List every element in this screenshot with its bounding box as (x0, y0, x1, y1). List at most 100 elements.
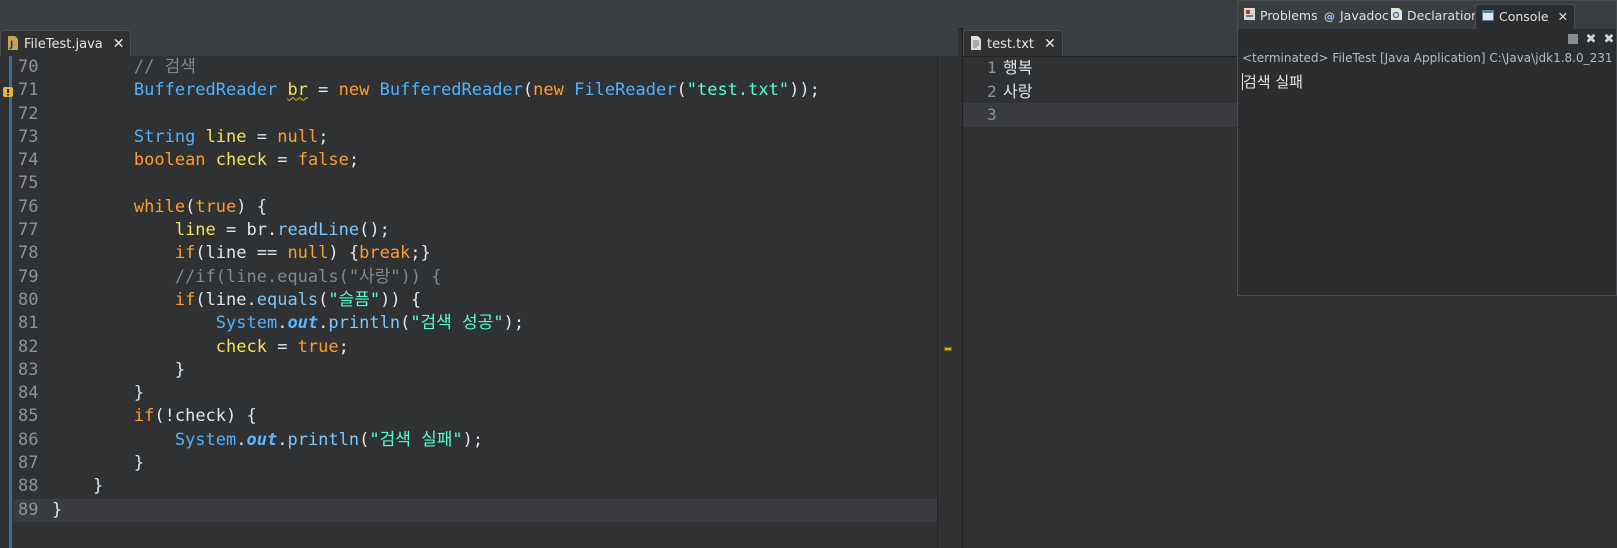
code-token: boolean (133, 150, 206, 171)
text-line[interactable]: 2 사랑 (963, 80, 1238, 104)
java-file-icon: J (7, 34, 19, 50)
code-line[interactable]: 71 BufferedReader br = new BufferedReade… (14, 79, 938, 102)
close-tab-icon[interactable]: ✕ (1044, 36, 1056, 52)
line-number: 3 (987, 105, 997, 124)
code-line[interactable]: 79 //if(line.equals("사랑")) { (14, 266, 938, 289)
code-line[interactable]: 76 while(true) { (14, 196, 938, 219)
code-text[interactable]: } (52, 475, 103, 498)
tab-filetest-java[interactable]: J FileTest.java ✕ (0, 30, 132, 56)
line-number: 88 (18, 476, 39, 497)
code-line[interactable]: 81 System.out.println("검색 성공"); (14, 312, 938, 335)
code-token: . (277, 429, 288, 450)
remove-all-icon[interactable]: ✖ (1602, 33, 1616, 47)
code-line[interactable]: 80 if(line.equals("슬픔")) { (14, 289, 938, 312)
tab-test-txt[interactable]: test.txt ✕ (963, 30, 1063, 56)
code-text[interactable]: } (52, 499, 62, 522)
warning-lightbulb-icon[interactable] (2, 86, 14, 98)
line-number: 83 (18, 359, 39, 380)
code-token: ; (338, 336, 349, 357)
code-line[interactable]: 73 String line = null; (14, 126, 938, 149)
line-number: 87 (18, 453, 39, 474)
console-output[interactable]: 검색 실패 (1243, 71, 1303, 92)
text-file-icon (970, 34, 982, 50)
line-number: 81 (18, 313, 39, 334)
code-line[interactable]: 74 boolean check = false; (14, 149, 938, 172)
code-text[interactable]: } (52, 359, 185, 382)
code-text[interactable]: if(line.equals("슬픔")) { (52, 289, 421, 312)
editor-body[interactable]: 70 // 검색 71 BufferedReader br = new Buffe… (0, 56, 958, 548)
code-text[interactable]: //if(line.equals("사랑")) { (52, 266, 442, 289)
console-view: Problems @ Javadoc Declaration Console ✕ ✖… (1237, 0, 1617, 296)
code-line[interactable]: 86 System.out.println("검색 실패"); (14, 429, 938, 452)
line-number: 1 (987, 58, 997, 77)
code-token: break (359, 243, 411, 264)
code-text[interactable]: System.out.println("검색 실패"); (52, 429, 483, 452)
remove-launch-icon[interactable]: ✖ (1584, 33, 1598, 47)
code-token: ( (676, 80, 687, 101)
code-text[interactable]: // 검색 (52, 56, 196, 79)
java-editor-pane: J FileTest.java ✕ 70 // 검색 71 BufferedRead… (0, 28, 958, 548)
code-token: null (287, 243, 329, 264)
code-text[interactable]: boolean check = false; (52, 149, 359, 172)
code-token: ) { (328, 243, 360, 264)
close-console-icon[interactable]: ✕ (1558, 9, 1568, 24)
javadoc-icon: @ (1324, 10, 1335, 23)
code-token: )) { (380, 289, 422, 310)
code-line[interactable]: 72 (14, 103, 938, 126)
line-text[interactable]: 행복 (1003, 56, 1032, 80)
text-line[interactable]: 3 (963, 103, 1238, 127)
line-text[interactable]: 사랑 (1003, 80, 1032, 104)
code-text[interactable]: if(line == null) {break;} (52, 242, 431, 265)
code-text[interactable]: System.out.println("검색 성공"); (52, 312, 524, 335)
code-line[interactable]: 87 } (14, 452, 938, 475)
close-tab-icon[interactable]: ✕ (113, 36, 125, 52)
code-text[interactable]: check = true; (52, 336, 349, 359)
code-text[interactable]: } (52, 382, 144, 405)
code-text[interactable]: while(true) { (52, 196, 267, 219)
code-line[interactable]: 75 (14, 172, 938, 195)
code-line[interactable]: 82 check = true; (14, 336, 938, 359)
text-editor-pane: test.txt ✕ 1 행복 2 사랑 3 (962, 28, 1238, 548)
editor-tabstrip: J FileTest.java ✕ (0, 28, 958, 57)
code-token: false (297, 150, 349, 171)
code-token: (!check) { (154, 406, 257, 427)
code-line[interactable]: 88 } (14, 475, 938, 498)
code-token: null (277, 126, 319, 147)
warning-marker[interactable] (944, 347, 952, 351)
code-text[interactable]: String line = null; (52, 126, 329, 149)
code-line[interactable]: 83 } (14, 359, 938, 382)
code-lines[interactable]: 70 // 검색 71 BufferedReader br = new Buffe… (14, 56, 938, 548)
tab-problems[interactable]: Problems (1244, 4, 1318, 28)
tab-declaration[interactable]: Declaration (1391, 4, 1479, 28)
code-token: )); (789, 80, 820, 101)
tab-javadoc[interactable]: @ Javadoc (1324, 4, 1389, 28)
text-body[interactable]: 1 행복 2 사랑 3 (963, 56, 1238, 548)
terminate-icon[interactable] (1566, 33, 1580, 47)
code-text[interactable]: line = br.readLine(); (52, 219, 390, 242)
text-line[interactable]: 1 행복 (963, 56, 1238, 80)
overview-ruler[interactable] (937, 56, 958, 548)
code-line[interactable]: 78 if(line == null) {break;} (14, 242, 938, 265)
code-text[interactable]: BufferedReader br = new BufferedReader(n… (52, 79, 820, 102)
code-token: ); (462, 429, 484, 450)
code-token: (line. (195, 289, 257, 310)
problems-icon (1244, 5, 1255, 29)
tab-console[interactable]: Console ✕ (1475, 4, 1576, 30)
code-text[interactable]: if(!check) { (52, 405, 257, 428)
code-token: ; (318, 126, 329, 147)
line-number: 79 (18, 266, 39, 287)
code-token: if (174, 289, 196, 310)
code-line[interactable]: 70 // 검색 (14, 56, 938, 79)
console-icon (1482, 6, 1494, 30)
code-line[interactable]: 89} (14, 498, 938, 522)
code-line[interactable]: 85 if(!check) { (14, 405, 938, 428)
code-line[interactable]: 84 } (14, 382, 938, 405)
code-line[interactable]: 77 line = br.readLine(); (14, 219, 938, 242)
code-text[interactable]: } (52, 452, 144, 475)
line-number: 80 (18, 289, 39, 310)
